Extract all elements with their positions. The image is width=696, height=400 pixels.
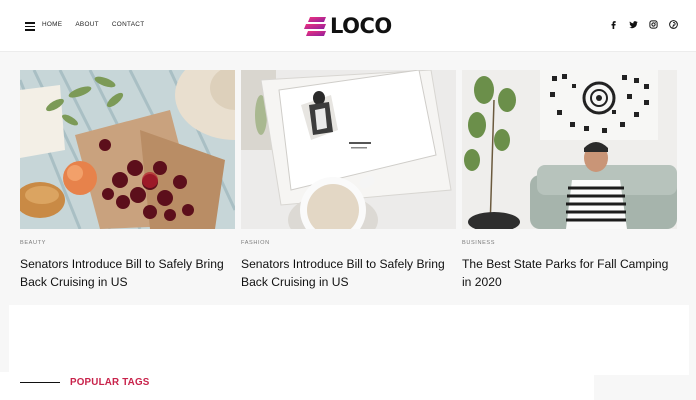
post-category[interactable]: BEAUTY (20, 240, 235, 246)
post-title[interactable]: Senators Introduce Bill to Safely Bring … (241, 255, 456, 291)
post-thumbnail-cherries[interactable] (20, 70, 235, 229)
pinterest-icon[interactable] (669, 20, 678, 29)
logo-mark-icon (304, 17, 326, 36)
section-divider (20, 382, 60, 383)
nav-home-link[interactable]: HOME (42, 21, 62, 28)
post-title[interactable]: The Best State Parks for Fall Camping in… (462, 255, 677, 291)
logo-text: LOCO (330, 14, 392, 38)
site-logo[interactable]: LOCO (304, 14, 392, 38)
post-title[interactable]: Senators Introduce Bill to Safely Bring … (20, 255, 235, 291)
popular-tags-heading: POPULAR TAGS (70, 377, 150, 388)
post-card[interactable]: BEAUTY Senators Introduce Bill to Safely… (20, 70, 235, 291)
nav-about-link[interactable]: ABOUT (75, 21, 99, 28)
post-thumbnail-man-sofa[interactable] (462, 70, 677, 229)
main-nav: HOME ABOUT CONTACT (42, 21, 144, 28)
social-links (609, 20, 678, 29)
post-category[interactable]: FASHION (241, 240, 456, 246)
menu-icon[interactable] (25, 22, 35, 31)
facebook-icon[interactable] (609, 20, 618, 29)
post-thumbnail-coffee[interactable] (241, 70, 456, 229)
site-header: HOME ABOUT CONTACT LOCO (0, 0, 696, 52)
post-card[interactable]: FASHION Senators Introduce Bill to Safel… (241, 70, 456, 291)
content-block (9, 305, 689, 375)
twitter-icon[interactable] (629, 20, 638, 29)
instagram-icon[interactable] (649, 20, 658, 29)
nav-contact-link[interactable]: CONTACT (112, 21, 145, 28)
post-card[interactable]: BUSINESS The Best State Parks for Fall C… (462, 70, 677, 291)
post-category[interactable]: BUSINESS (462, 240, 677, 246)
